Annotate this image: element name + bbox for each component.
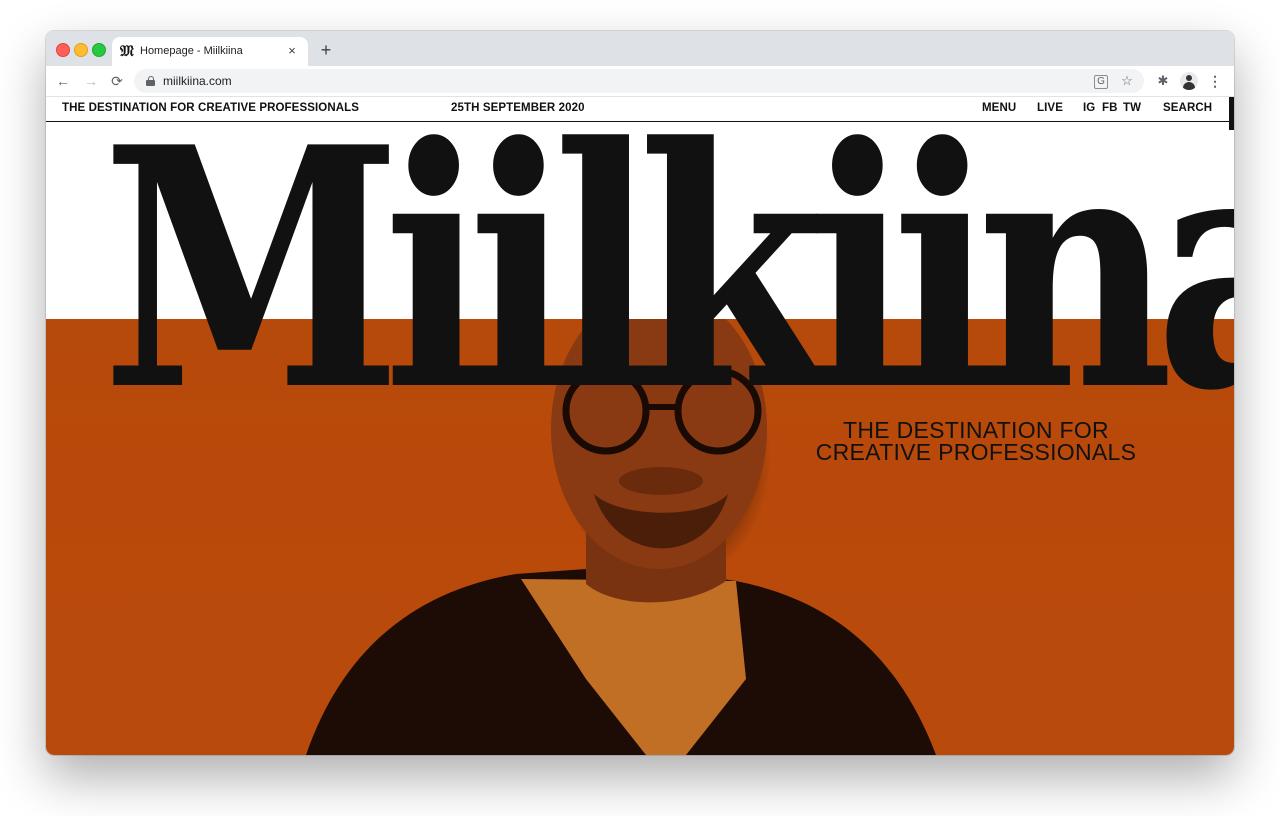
site-tagline[interactable]: THE DESTINATION FOR CREATIVE PROFESSIONA… [62,102,359,114]
page-scrollbar[interactable] [1229,97,1234,130]
maximize-window-button[interactable] [92,43,106,57]
site-header: THE DESTINATION FOR CREATIVE PROFESSIONA… [46,97,1229,122]
translate-icon[interactable]: G [1094,75,1108,89]
instagram-link[interactable]: IG [1083,102,1095,114]
hero-tagline: THE DESTINATION FOR CREATIVE PROFESSIONA… [806,417,1146,465]
url-text[interactable]: miilkiina.com [163,74,232,88]
menu-link[interactable]: MENU [982,102,1016,114]
hero-tagline-line-1: THE DESTINATION FOR [843,417,1109,443]
browser-window: 𝔐 Homepage - Miilkiina × + ← → ⟳ miilkii… [46,31,1234,755]
new-tab-button[interactable]: + [316,40,336,60]
web-page: THE DESTINATION FOR CREATIVE PROFESSIONA… [46,97,1234,755]
tab-title: Homepage - Miilkiina [140,45,243,57]
hero-tagline-line-2: CREATIVE PROFESSIONALS [815,439,1137,465]
back-arrow-icon[interactable]: ← [54,72,72,90]
browser-menu-icon[interactable]: ⋮ [1206,72,1224,90]
profile-avatar[interactable] [1180,72,1198,90]
site-date: 25TH SEPTEMBER 2020 [451,102,585,114]
facebook-link[interactable]: FB [1102,102,1118,114]
address-bar[interactable]: miilkiina.com G ☆ [134,69,1144,93]
browser-tab[interactable]: 𝔐 Homepage - Miilkiina × [112,37,308,66]
close-window-button[interactable] [56,43,70,57]
extensions-puzzle-icon[interactable]: ✱ [1154,72,1172,90]
lock-icon[interactable] [146,76,155,86]
bookmark-star-icon[interactable]: ☆ [1118,72,1136,90]
favicon-icon: 𝔐 [120,42,134,60]
twitter-link[interactable]: TW [1123,102,1141,114]
browser-toolbar: ← → ⟳ miilkiina.com G ☆ ✱ ⋮ [46,66,1234,97]
minimize-window-button[interactable] [74,43,88,57]
reload-icon[interactable]: ⟳ [108,72,126,90]
tab-strip: 𝔐 Homepage - Miilkiina × + [46,31,1234,66]
close-tab-icon[interactable]: × [284,43,300,59]
live-link[interactable]: LIVE [1037,102,1063,114]
search-link[interactable]: SEARCH [1163,102,1212,114]
miilkiina-wordmark[interactable]: Miilkiina [102,97,1234,459]
forward-arrow-icon[interactable]: → [82,72,100,90]
